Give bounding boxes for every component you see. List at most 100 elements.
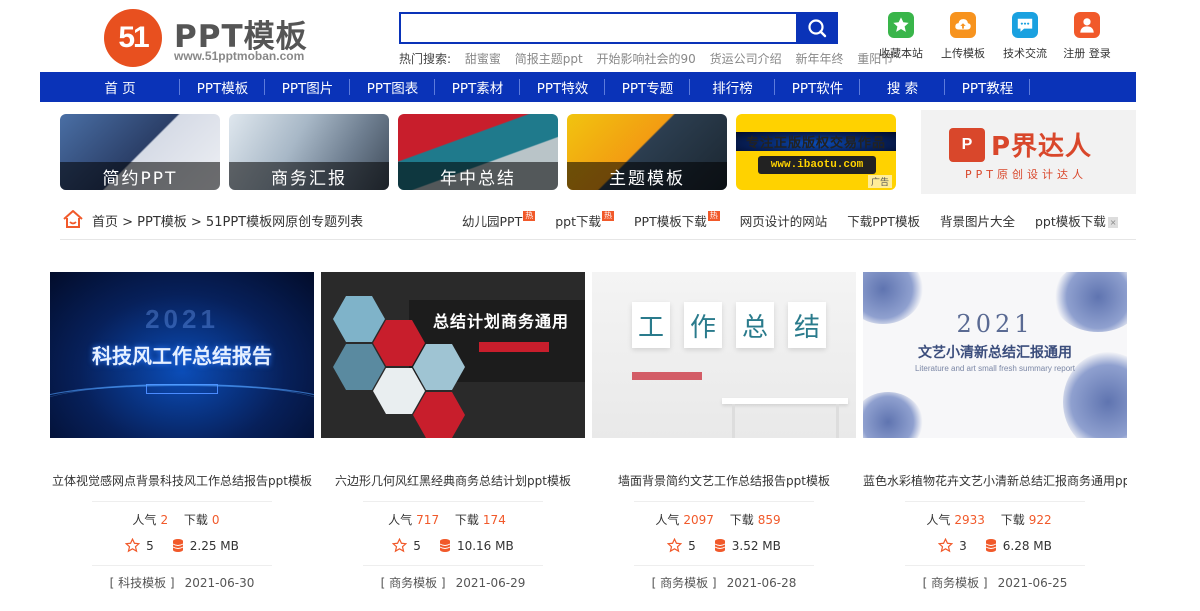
thumb-char: 总 — [736, 302, 774, 348]
logo-url: www.51pptmoban.com — [174, 49, 305, 63]
template-thumbnail[interactable]: 工 作 总 结 — [592, 272, 856, 438]
search-box — [399, 12, 797, 44]
breadcrumb: 首页 > PPT模板 > 51PPT模板网原创专题列表 — [92, 215, 364, 230]
quick-link[interactable]: 网页设计的网站 — [740, 211, 828, 230]
template-thumbnail[interactable]: 2021 科技风工作总结报告 — [50, 272, 314, 438]
thumb-subtitle: Literature and art small fresh summary r… — [914, 364, 1076, 373]
nav-item-ranking[interactable]: 排行榜 — [690, 72, 775, 102]
file-size: 6.28 MB — [1002, 538, 1052, 553]
nav-item-ppt-images[interactable]: PPT图片 — [265, 72, 350, 102]
logo-mark: 51 — [104, 9, 162, 67]
file-size: 3.52 MB — [731, 538, 781, 553]
banner-simple-ppt[interactable]: 简约PPT — [60, 114, 220, 190]
hot-search-label: 热门搜索: — [399, 52, 452, 66]
divider — [905, 565, 1085, 566]
publish-date: 2021-06-29 — [455, 576, 526, 590]
template-meta: 5 2.25 MB — [50, 538, 314, 553]
nav-item-ppt-software[interactable]: PPT软件 — [775, 72, 860, 102]
quick-link[interactable]: ppt模板下载 × — [1035, 211, 1119, 230]
divider — [634, 565, 814, 566]
quick-link[interactable]: PPT模板下载热 — [634, 211, 720, 230]
search-button[interactable] — [796, 12, 838, 44]
category-link[interactable]: [ 科技模板 ] — [110, 576, 175, 590]
divider — [363, 565, 543, 566]
hot-keyword[interactable]: 简报主题ppt — [515, 52, 583, 66]
template-card: 总结计划商务通用 六边形几何风红黑经典商务总结计划ppt模板 人气 717 下载 1… — [321, 272, 585, 591]
thumb-char: 结 — [788, 302, 826, 348]
hot-keyword[interactable]: 开始影响社会的90 — [597, 52, 696, 66]
search-icon — [808, 19, 827, 38]
quick-link-label: 幼儿园PPT — [462, 214, 523, 229]
banner-theme-templates[interactable]: 主题模板 — [567, 114, 727, 190]
quick-link-label: 网页设计的网站 — [739, 214, 828, 229]
thumb-decoration — [413, 392, 465, 438]
nav-item-search[interactable]: 搜 索 — [860, 72, 945, 102]
upload-template-button[interactable]: 上传模板 — [932, 12, 994, 61]
hot-badge: 热 — [707, 211, 720, 221]
database-icon — [439, 539, 451, 552]
quick-link-label: ppt下载 — [555, 214, 601, 229]
bookmark-site-button[interactable]: 收藏本站 — [870, 12, 932, 61]
quick-link[interactable]: 背景图片大全 — [940, 211, 1015, 230]
nav-item-home[interactable]: 首 页 — [60, 72, 180, 102]
nav-item-ppt-tutorials[interactable]: PPT教程 — [945, 72, 1030, 102]
banner-business-report[interactable]: 商务汇报 — [229, 114, 389, 190]
template-title[interactable]: 六边形几何风红黑经典商务总结计划ppt模板 — [321, 472, 585, 489]
close-icon[interactable]: × — [1107, 217, 1119, 228]
thumb-decoration — [50, 384, 314, 434]
hot-search: 热门搜索: 甜蜜蜜 简报主题ppt 开始影响社会的90 货运公司介绍 新年年终 … — [399, 50, 893, 67]
publish-date: 2021-06-28 — [726, 576, 797, 590]
upload-cloud-icon — [950, 12, 976, 38]
quick-link[interactable]: ppt下载热 — [555, 211, 614, 230]
banner-ad-ibaotu[interactable]: 专注正版版权交易作品 www.ibaotu.com 广告 — [736, 114, 896, 190]
tech-exchange-button[interactable]: 技术交流 — [994, 12, 1056, 61]
hot-badge: 热 — [523, 211, 536, 221]
template-thumbnail[interactable]: 2021 文艺小清新总结汇报通用 Literature and art smal… — [863, 272, 1127, 438]
thumb-decoration — [836, 404, 839, 438]
ad-headline: 专注正版版权交易作品 — [736, 132, 896, 151]
template-title[interactable]: 墙面背景简约文艺工作总结报告ppt模板 — [592, 472, 856, 489]
quick-link-label: PPT模板下载 — [634, 214, 707, 229]
hot-keyword[interactable]: 甜蜜蜜 — [465, 52, 501, 66]
main-nav: 首 页 PPT模板 PPT图片 PPT图表 PPT素材 PPT特效 PPT专题 … — [40, 72, 1136, 102]
divider — [905, 501, 1085, 502]
home-icon[interactable] — [62, 209, 84, 229]
hot-keyword[interactable]: 新年年终 — [795, 52, 843, 66]
star-outline-icon — [938, 538, 954, 553]
views-label: 人气 — [388, 513, 413, 527]
quick-links: 幼儿园PPT 热 ppt下载热 PPT模板下载热 网页设计的网站 下载PPT模板 … — [462, 211, 1138, 230]
ppt-badge-icon: P — [949, 128, 985, 162]
category-link[interactable]: [ 商务模板 ] — [923, 576, 988, 590]
category-banners: 简约PPT 商务汇报 年中总结 主题模板 专注正版版权交易作品 www.ibao… — [60, 114, 896, 190]
nav-item-ppt-templates[interactable]: PPT模板 — [180, 72, 265, 102]
star-icon — [888, 12, 914, 38]
template-thumbnail[interactable]: 总结计划商务通用 — [321, 272, 585, 438]
file-size: 2.25 MB — [189, 538, 239, 553]
file-size: 10.16 MB — [456, 538, 514, 553]
template-title[interactable]: 立体视觉感网点背景科技风工作总结报告ppt模板 — [50, 472, 314, 489]
search-input[interactable] — [401, 14, 797, 42]
thumb-decoration — [333, 344, 385, 390]
database-icon — [172, 539, 183, 552]
quick-link[interactable]: 下载PPT模板 — [847, 211, 920, 230]
site-logo[interactable]: 51 PPT模板 www.51pptmoban.com — [104, 9, 314, 67]
template-title[interactable]: 蓝色水彩植物花卉文艺小清新总结汇报商务通用ppt — [863, 472, 1127, 489]
register-login-button[interactable]: 注册 登录 — [1056, 12, 1118, 61]
side-ad-ppt-expert[interactable]: P P界达人 PPT原创设计达人 — [921, 110, 1136, 194]
quick-link[interactable]: 幼儿园PPT 热 — [462, 211, 536, 230]
hot-keyword[interactable]: 货运公司介绍 — [710, 52, 782, 66]
thumb-decoration — [333, 296, 385, 342]
banner-caption: 主题模板 — [567, 162, 727, 190]
category-link[interactable]: [ 商务模板 ] — [652, 576, 717, 590]
banner-mid-year-summary[interactable]: 年中总结 — [398, 114, 558, 190]
tech-exchange-label: 技术交流 — [1003, 47, 1047, 60]
category-link[interactable]: [ 商务模板 ] — [381, 576, 446, 590]
nav-item-ppt-assets[interactable]: PPT素材 — [435, 72, 520, 102]
nav-item-ppt-effects[interactable]: PPT特效 — [520, 72, 605, 102]
nav-item-ppt-topics[interactable]: PPT专题 — [605, 72, 690, 102]
publish-date: 2021-06-25 — [997, 576, 1068, 590]
divider — [92, 501, 272, 502]
views-count: 2 — [160, 513, 169, 527]
nav-item-ppt-charts[interactable]: PPT图表 — [350, 72, 435, 102]
template-stats: 人气 2933 下载 922 — [863, 511, 1127, 528]
